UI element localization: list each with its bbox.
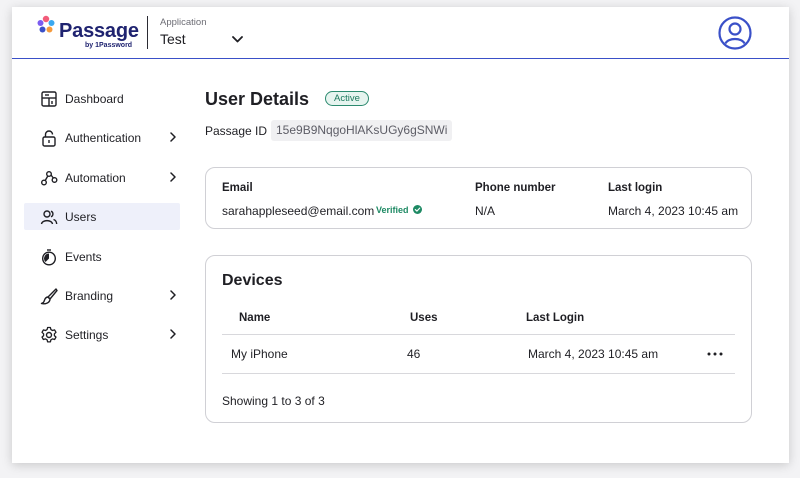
- gear-icon: [41, 327, 57, 343]
- chevron-right-icon: [170, 329, 176, 340]
- column-header-uses: Uses: [410, 312, 438, 324]
- brush-icon: [40, 288, 58, 305]
- table-header-divider: [222, 334, 735, 335]
- devices-title: Devices: [222, 272, 283, 289]
- device-uses: 46: [407, 347, 421, 361]
- passage-id-value[interactable]: 15e9B9NqgoHlAKsUGy6gSNWi: [271, 120, 453, 141]
- sidebar-item-label: Events: [65, 249, 102, 264]
- users-icon: [40, 210, 58, 225]
- email-label: Email: [222, 182, 253, 194]
- chevron-down-icon: [232, 36, 243, 43]
- status-badge: Active: [325, 91, 369, 106]
- application-label: Application: [160, 17, 207, 28]
- logo-wordmark: Passage: [59, 20, 139, 42]
- table-row-divider: [222, 373, 735, 374]
- stopwatch-icon: [41, 248, 57, 266]
- check-circle-icon: [413, 205, 422, 214]
- devices-card: Devices Name Uses Last Login My iPhone 4…: [205, 255, 752, 423]
- sidebar-nav: Dashboard Authentication Automation User…: [24, 85, 180, 361]
- sidebar-item-settings[interactable]: Settings: [24, 321, 180, 348]
- sidebar-item-label: Branding: [65, 288, 114, 303]
- last-login-value: March 4, 2023 10:45 am: [608, 204, 739, 218]
- chevron-right-icon: [170, 290, 176, 300]
- automation-icon: [41, 170, 58, 186]
- sidebar-item-label: Dashboard: [65, 92, 124, 106]
- last-login-label: Last login: [608, 182, 663, 194]
- user-circle-icon[interactable]: [718, 16, 752, 50]
- application-value: Test: [160, 31, 186, 47]
- dashboard-icon: [41, 91, 57, 107]
- lock-icon: [42, 130, 56, 148]
- sidebar-item-authentication[interactable]: Authentication: [24, 124, 180, 151]
- sidebar-item-automation[interactable]: Automation: [24, 164, 180, 191]
- sidebar-item-branding[interactable]: Branding: [24, 282, 180, 309]
- chevron-right-icon: [170, 132, 176, 143]
- sidebar-item-label: Settings: [65, 328, 109, 343]
- sidebar-item-dashboard[interactable]: Dashboard: [24, 85, 180, 112]
- sidebar-item-users[interactable]: Users: [24, 203, 180, 231]
- sidebar-item-events[interactable]: Events: [24, 243, 180, 270]
- app-window: Passage by 1Password Application Test Da…: [12, 7, 789, 463]
- email-value: sarahappleseed@email.com: [222, 204, 375, 218]
- header-divider: [147, 16, 148, 49]
- device-name: My iPhone: [231, 347, 288, 361]
- passage-id-label: Passage ID: [205, 124, 268, 138]
- page-title: User Details: [205, 89, 310, 109]
- passage-logo[interactable]: Passage by 1Password: [36, 15, 139, 53]
- device-last-login: March 4, 2023 10:45 am: [528, 347, 659, 361]
- more-options-icon[interactable]: [706, 348, 724, 360]
- verified-label: Verified: [376, 205, 409, 215]
- column-header-last-login: Last Login: [526, 312, 585, 324]
- user-info-card: Email sarahappleseed@email.com Verified …: [205, 167, 752, 229]
- sidebar-item-label: Authentication: [65, 131, 142, 146]
- phone-label: Phone number: [475, 182, 556, 194]
- sidebar-item-label: Automation: [65, 170, 126, 185]
- passage-flower-icon: [37, 15, 55, 33]
- column-header-name: Name: [239, 312, 271, 324]
- application-select[interactable]: Test: [160, 31, 250, 51]
- sidebar-item-label: Users: [65, 210, 97, 225]
- phone-value: N/A: [475, 204, 496, 218]
- pagination-text: Showing 1 to 3 of 3: [222, 394, 325, 408]
- logo-subtitle: by 1Password: [85, 42, 133, 49]
- chevron-right-icon: [170, 172, 176, 182]
- top-header: Passage by 1Password Application Test: [12, 7, 789, 59]
